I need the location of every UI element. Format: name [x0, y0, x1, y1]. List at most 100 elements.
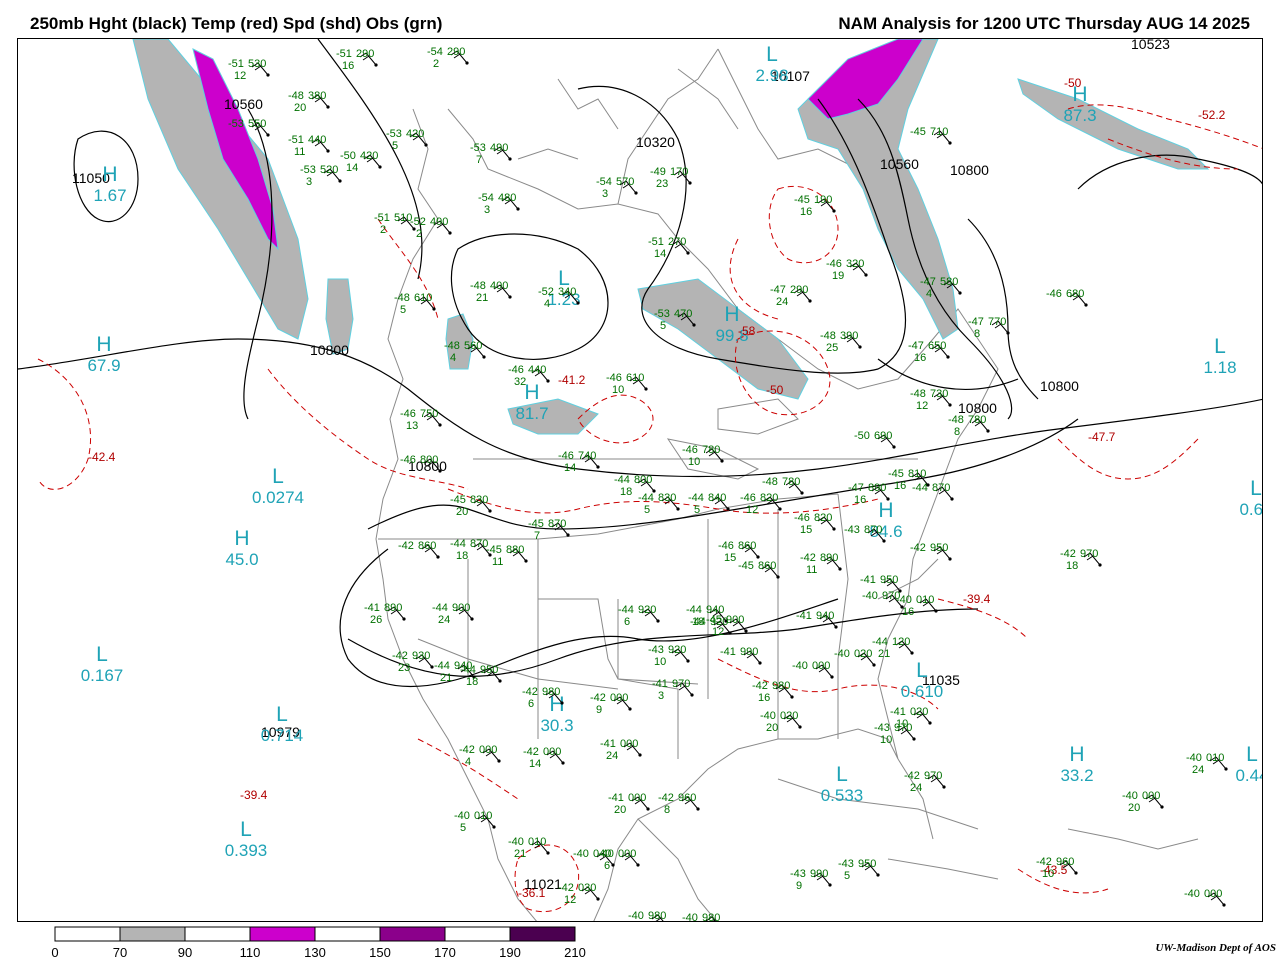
obs-temp: -46: [740, 492, 756, 504]
obs-dewpoint-depression: 3: [484, 204, 490, 216]
obs-temp: -40: [1122, 790, 1138, 802]
center-low-letter: L: [916, 659, 928, 682]
obs-dewpoint-depression: 19: [832, 270, 844, 282]
obs-height: 320: [846, 258, 864, 270]
station-observation: -42 97024: [904, 770, 946, 794]
obs-dewpoint-depression: 32: [514, 376, 526, 388]
obs-height: 830: [470, 494, 488, 506]
obs-height: 000: [620, 738, 638, 750]
obs-temp: -40: [862, 590, 878, 602]
obs-dewpoint-depression: 23: [398, 662, 410, 674]
obs-dewpoint-depression: 10: [1042, 868, 1054, 880]
obs-temp: -48: [948, 414, 964, 426]
obs-height: 020: [854, 648, 872, 660]
station-observation: -42 000 9: [590, 692, 632, 716]
obs-temp: -45: [888, 468, 904, 480]
obs-temp: -42: [1036, 856, 1052, 868]
station-observation: -46 680: [1046, 288, 1088, 307]
obs-temp: -40: [454, 810, 470, 822]
legend-tick-label: 70: [112, 945, 128, 960]
obs-temp: -46: [400, 408, 416, 420]
center-value: 87.3: [1063, 106, 1096, 125]
obs-height: 340: [558, 286, 576, 298]
obs-height: 560: [464, 340, 482, 352]
obs-dewpoint-depression: 9: [796, 880, 802, 892]
obs-temp: -48: [820, 330, 836, 342]
station-observation: -48 40021: [470, 280, 512, 304]
obs-dewpoint-depression: 10: [688, 456, 700, 468]
obs-height: 960: [1056, 856, 1074, 868]
station-observation: -54 480 3: [478, 192, 520, 216]
station-observation: -45 19016: [794, 194, 836, 218]
height-label: 10523: [1131, 39, 1170, 52]
obs-dewpoint-depression: 2: [416, 228, 422, 240]
obs-temp: -49: [650, 166, 666, 178]
obs-temp: -41: [860, 574, 876, 586]
center-low-letter: L: [1246, 743, 1258, 766]
obs-dewpoint-depression: 16: [758, 692, 770, 704]
obs-temp: -48: [910, 388, 926, 400]
obs-dewpoint-depression: 24: [910, 782, 922, 794]
station-observation: -42 000 4: [459, 744, 501, 768]
temp-label: -58: [738, 324, 756, 338]
obs-temp: -44: [618, 604, 634, 616]
center-value: 33.2: [1060, 766, 1093, 785]
station-observation: -41 00020: [608, 792, 650, 816]
station-observation: -40 980: [682, 912, 720, 921]
station-observation: -48 73012: [910, 388, 952, 412]
obs-dewpoint-depression: 5: [844, 870, 850, 882]
temp-label: -41.2: [558, 373, 586, 387]
obs-dewpoint-depression: 24: [1192, 764, 1204, 776]
obs-height: 650: [928, 340, 946, 352]
legend-swatch: [249, 926, 316, 942]
center-value: 0.167: [81, 666, 124, 685]
obs-temp: -42: [752, 680, 768, 692]
legend-tick-label: 110: [239, 945, 261, 960]
obs-dewpoint-depression: 16: [800, 206, 812, 218]
obs-temp: -40: [760, 710, 776, 722]
obs-height: 920: [710, 616, 728, 628]
obs-height: 550: [248, 118, 266, 130]
station-observation: -51 53012: [228, 58, 270, 82]
obs-temp: -40: [508, 836, 524, 848]
temp-label: -50: [766, 383, 784, 397]
center-low-letter: L: [272, 465, 284, 488]
obs-temp: -40: [573, 848, 589, 860]
obs-height: 960: [678, 792, 696, 804]
station-observation: -40 980: [628, 910, 666, 921]
legend-swatch: [184, 926, 251, 942]
obs-dewpoint-depression: 12: [916, 400, 928, 412]
station-observation: -40 010 5: [454, 810, 496, 834]
obs-height: 730: [930, 388, 948, 400]
center-low-letter: L: [1250, 477, 1262, 500]
obs-height: 970: [894, 722, 912, 734]
station-observation: -44 840 5: [688, 492, 730, 516]
obs-temp: -53: [300, 164, 316, 176]
station-observation: -51 27014: [648, 236, 690, 260]
obs-height: 170: [670, 166, 688, 178]
obs-dewpoint-depression: 7: [476, 154, 482, 166]
temp-label: -42.4: [88, 450, 116, 464]
obs-temp: -45: [450, 494, 466, 506]
center-value: 45.0: [225, 550, 258, 569]
station-observation: -43 990 9: [790, 868, 832, 892]
obs-temp: -44: [450, 538, 466, 550]
center-value: 0.714: [261, 726, 304, 745]
obs-height: 880: [506, 544, 524, 556]
station-observation: -44 920: [690, 616, 732, 635]
obs-height: 020: [780, 710, 798, 722]
obs-temp: -48: [444, 340, 460, 352]
legend-tick-label: 90: [177, 945, 193, 960]
obs-height: 890: [820, 552, 838, 564]
obs-dewpoint-depression: 6: [528, 698, 534, 710]
center-value: 67.9: [87, 356, 120, 375]
obs-height: 750: [420, 408, 438, 420]
center-high-letter: H: [724, 303, 739, 326]
obs-dewpoint-depression: 8: [954, 426, 960, 438]
center-high-letter: H: [96, 333, 111, 356]
obs-temp: -46: [1046, 288, 1062, 300]
obs-height: 420: [360, 150, 378, 162]
legend-swatch: [54, 926, 121, 942]
obs-temp: -51: [374, 212, 390, 224]
obs-temp: -42: [558, 882, 574, 894]
